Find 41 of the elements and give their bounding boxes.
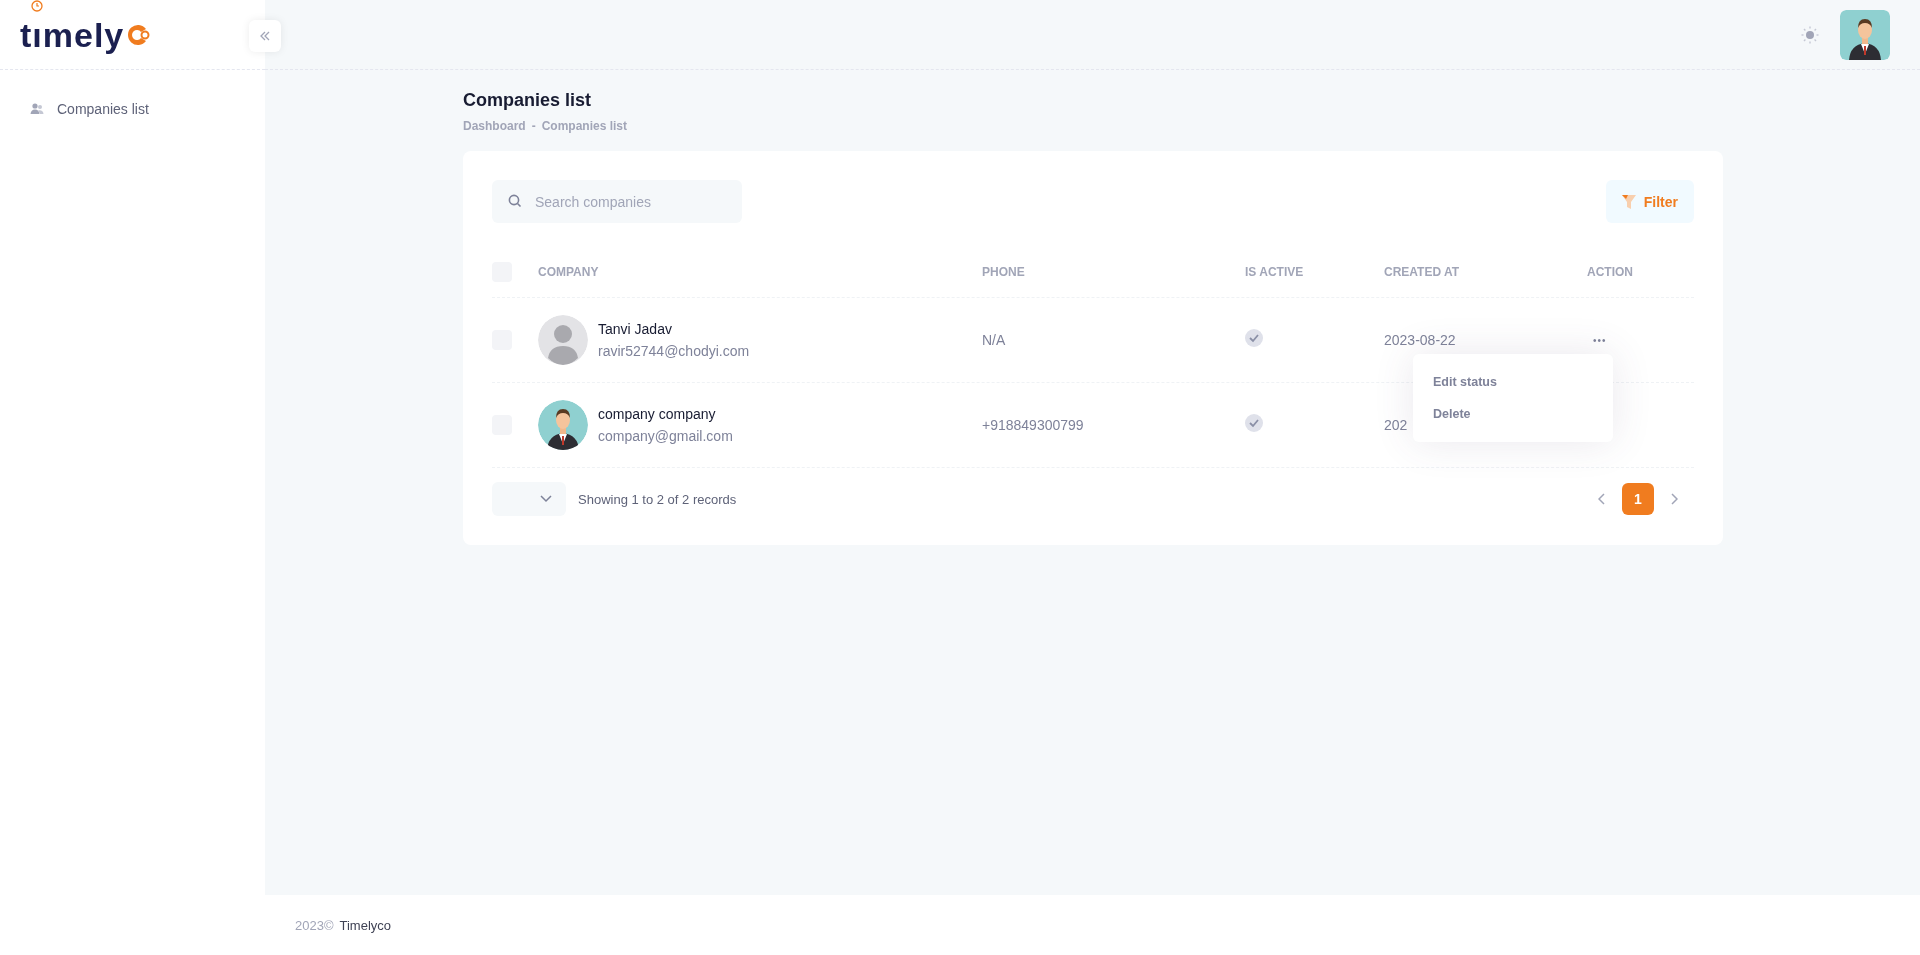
more-actions-button[interactable]: ••• <box>1593 334 1607 346</box>
theme-toggle-icon[interactable] <box>1800 24 1820 45</box>
date-cell-text: 2023-08-22 <box>1384 332 1457 348</box>
filter-icon <box>1621 193 1636 210</box>
page-title: Companies list <box>463 90 593 111</box>
logo-text: tımely <box>20 17 125 52</box>
logo-mark-icon <box>126 22 151 47</box>
date-cell-text: 202 <box>1384 417 1409 433</box>
phone-cell-text: N/A <box>982 332 1007 348</box>
records-summary: Showing 1 to 2 of 2 records <box>578 491 737 507</box>
footer-link[interactable]: Timelyco <box>339 917 392 933</box>
company-email: ravir52744@chodyi.com <box>598 343 750 359</box>
phone-cell-text: +918849300799 <box>982 417 1085 433</box>
column-header: IS ACTIVE <box>1245 265 1305 279</box>
column-header: ACTION <box>1587 265 1634 279</box>
column-header: PHONE <box>982 265 1026 279</box>
breadcrumb-item: Companies list <box>541 119 628 133</box>
company-email: company@gmail.com <box>598 428 733 444</box>
page-size-select[interactable] <box>492 482 566 516</box>
breadcrumb-item[interactable]: Dashboard <box>463 119 526 133</box>
avatar-placeholder-icon <box>538 315 588 365</box>
double-chevron-left-icon <box>259 30 271 42</box>
menu-item[interactable]: Delete <box>1413 398 1613 430</box>
clock-icon <box>31 0 43 12</box>
page-button[interactable]: 1 <box>1622 483 1654 515</box>
collapse-sidebar-button[interactable] <box>249 20 281 52</box>
filter-button[interactable]: Filter <box>1605 180 1694 223</box>
copyright-year: 2023© <box>295 917 334 933</box>
search-field[interactable]: Search companies <box>492 180 742 223</box>
avatar-person-icon <box>538 400 588 450</box>
column-header: COMPANY <box>538 265 600 279</box>
menu-item[interactable]: Edit status <box>1413 366 1613 398</box>
search-icon <box>508 194 522 208</box>
chevron-down-icon <box>540 495 552 503</box>
sidebar-item[interactable]: Companies list <box>30 97 235 121</box>
column-header: CREATED AT <box>1384 265 1461 279</box>
user-avatar[interactable] <box>1840 9 1890 60</box>
users-icon <box>30 102 44 116</box>
company-name: Tanvi Jadav <box>598 321 673 337</box>
company-name: company company <box>598 406 717 422</box>
breadcrumb-separator: - <box>531 119 536 133</box>
